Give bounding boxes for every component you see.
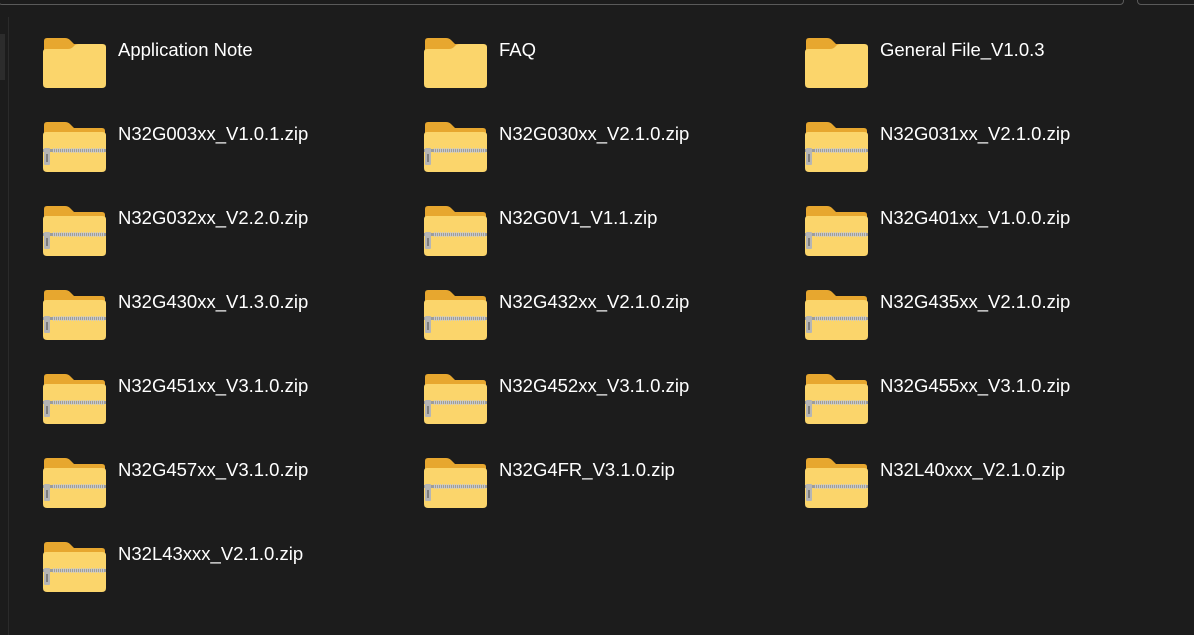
- folder-item[interactable]: Application Note: [36, 30, 417, 114]
- zip-file-item[interactable]: N32G401xx_V1.0.0.zip: [798, 198, 1179, 282]
- zip-file-item[interactable]: N32G031xx_V2.1.0.zip: [798, 114, 1179, 198]
- zip-file-item[interactable]: N32G455xx_V3.1.0.zip: [798, 366, 1179, 450]
- item-name: N32L40xxx_V2.1.0.zip: [880, 459, 1066, 480]
- folder-icon: [41, 37, 107, 89]
- item-name: N32L43xxx_V2.1.0.zip: [118, 543, 304, 564]
- search-box[interactable]: [1137, 0, 1194, 5]
- item-name: N32G401xx_V1.0.0.zip: [880, 207, 1071, 228]
- folder-icon: [422, 37, 488, 89]
- item-name: N32G032xx_V2.2.0.zip: [118, 207, 309, 228]
- item-name: N32G4FR_V3.1.0.zip: [499, 459, 675, 480]
- file-explorer-window: Application Note FAQ General File_V1.0.3 N3…: [0, 0, 1194, 635]
- zip-file-item[interactable]: N32G032xx_V2.2.0.zip: [36, 198, 417, 282]
- zip-folder-icon: [41, 205, 107, 257]
- zip-folder-icon: [422, 205, 488, 257]
- item-name: N32G435xx_V2.1.0.zip: [880, 291, 1071, 312]
- zip-file-item[interactable]: N32G457xx_V3.1.0.zip: [36, 450, 417, 534]
- item-name: Application Note: [118, 39, 253, 60]
- item-name: N32G031xx_V2.1.0.zip: [880, 123, 1071, 144]
- zip-file-item[interactable]: N32G003xx_V1.0.1.zip: [36, 114, 417, 198]
- item-name: N32G430xx_V1.3.0.zip: [118, 291, 309, 312]
- zip-file-item[interactable]: N32G452xx_V3.1.0.zip: [417, 366, 798, 450]
- address-bar[interactable]: [0, 0, 1124, 5]
- zip-file-item[interactable]: N32G432xx_V2.1.0.zip: [417, 282, 798, 366]
- zip-folder-icon: [41, 121, 107, 173]
- zip-folder-icon: [422, 121, 488, 173]
- zip-file-item[interactable]: N32G430xx_V1.3.0.zip: [36, 282, 417, 366]
- item-name: N32G0V1_V1.1.zip: [499, 207, 658, 228]
- zip-folder-icon: [422, 457, 488, 509]
- item-name: N32G455xx_V3.1.0.zip: [880, 375, 1071, 396]
- zip-folder-icon: [803, 373, 869, 425]
- pane-splitter[interactable]: [8, 17, 9, 635]
- zip-folder-icon: [41, 373, 107, 425]
- navigation-pane[interactable]: [0, 17, 8, 635]
- folder-item[interactable]: General File_V1.0.3: [798, 30, 1179, 114]
- item-name: N32G452xx_V3.1.0.zip: [499, 375, 690, 396]
- zip-file-item[interactable]: N32L40xxx_V2.1.0.zip: [798, 450, 1179, 534]
- zip-file-item[interactable]: N32L43xxx_V2.1.0.zip: [36, 534, 417, 618]
- file-list: Application Note FAQ General File_V1.0.3 N3…: [36, 30, 1179, 618]
- item-name: FAQ: [499, 39, 537, 60]
- zip-file-item[interactable]: N32G030xx_V2.1.0.zip: [417, 114, 798, 198]
- zip-file-item[interactable]: N32G451xx_V3.1.0.zip: [36, 366, 417, 450]
- zip-folder-icon: [41, 541, 107, 593]
- navigation-scrollbar[interactable]: [0, 34, 5, 80]
- zip-file-item[interactable]: N32G435xx_V2.1.0.zip: [798, 282, 1179, 366]
- zip-folder-icon: [803, 457, 869, 509]
- item-name: N32G432xx_V2.1.0.zip: [499, 291, 690, 312]
- item-name: N32G451xx_V3.1.0.zip: [118, 375, 309, 396]
- zip-folder-icon: [422, 289, 488, 341]
- zip-folder-icon: [41, 289, 107, 341]
- zip-folder-icon: [422, 373, 488, 425]
- zip-file-item[interactable]: N32G0V1_V1.1.zip: [417, 198, 798, 282]
- zip-folder-icon: [803, 205, 869, 257]
- item-name: N32G003xx_V1.0.1.zip: [118, 123, 309, 144]
- toolbar-strip: [0, 0, 1194, 7]
- item-name: General File_V1.0.3: [880, 39, 1045, 60]
- item-name: N32G457xx_V3.1.0.zip: [118, 459, 309, 480]
- folder-icon: [803, 37, 869, 89]
- zip-folder-icon: [803, 289, 869, 341]
- item-name: N32G030xx_V2.1.0.zip: [499, 123, 690, 144]
- zip-folder-icon: [803, 121, 869, 173]
- zip-folder-icon: [41, 457, 107, 509]
- zip-file-item[interactable]: N32G4FR_V3.1.0.zip: [417, 450, 798, 534]
- folder-item[interactable]: FAQ: [417, 30, 798, 114]
